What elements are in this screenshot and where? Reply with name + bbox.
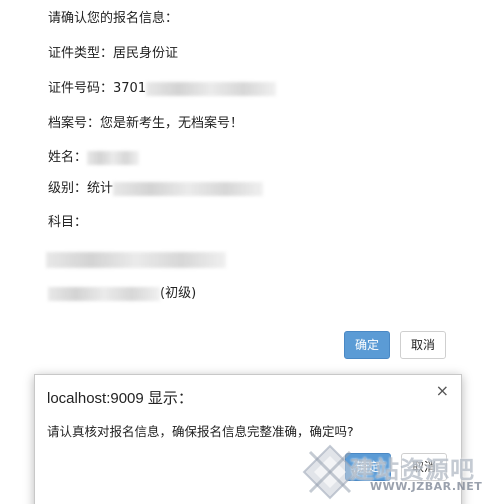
cancel-button[interactable]: 取消	[400, 331, 446, 359]
id-type-row: 证件类型：居民身份证	[48, 45, 178, 63]
redacted-id-number	[146, 81, 277, 96]
archive-label: 档案号：	[48, 116, 101, 131]
dialog-message: 请认真核对报名信息，确保报名信息完整准确，确定吗?	[47, 424, 354, 439]
redacted-subject-line	[46, 252, 226, 268]
redacted-level	[113, 181, 264, 196]
level-row: 级别：统计	[48, 180, 264, 198]
id-number-label: 证件号码：	[48, 81, 114, 96]
level-label: 级别：	[48, 181, 88, 196]
subject-row: 科目：	[48, 214, 87, 232]
close-icon[interactable]: ×	[436, 381, 449, 400]
redacted-name	[87, 150, 140, 165]
confirm-button[interactable]: 确定	[344, 331, 390, 359]
alert-dialog: localhost:9009 显示： × 请认真核对报名信息，确保报名信息完整准…	[34, 374, 462, 504]
id-number-value: 3701	[113, 81, 147, 96]
subject-label: 科目：	[48, 215, 88, 230]
registration-confirm-page: 请确认您的报名信息： 证件类型：居民身份证 证件号码：3701 档案号：您是新考…	[0, 0, 485, 504]
id-number-row: 证件号码：3701	[48, 80, 277, 98]
archive-value: 您是新考生，无档案号！	[100, 116, 244, 131]
dialog-ok-button[interactable]: 确定	[345, 453, 391, 481]
id-type-label: 证件类型：	[48, 46, 114, 61]
name-row: 姓名：	[48, 149, 140, 167]
archive-row: 档案号：您是新考生，无档案号！	[48, 115, 243, 133]
name-label: 姓名：	[48, 150, 88, 165]
subject-item-suffix: (初级)	[160, 286, 197, 301]
dialog-cancel-button[interactable]: 取消	[401, 453, 447, 481]
level-value: 统计	[87, 181, 114, 196]
subject-item-row: (初级)	[48, 285, 196, 303]
id-type-value: 居民身份证	[113, 46, 179, 61]
dialog-title: localhost:9009 显示：	[47, 390, 193, 407]
redacted-subject-item	[48, 286, 160, 301]
confirm-heading: 请确认您的报名信息：	[48, 11, 179, 26]
